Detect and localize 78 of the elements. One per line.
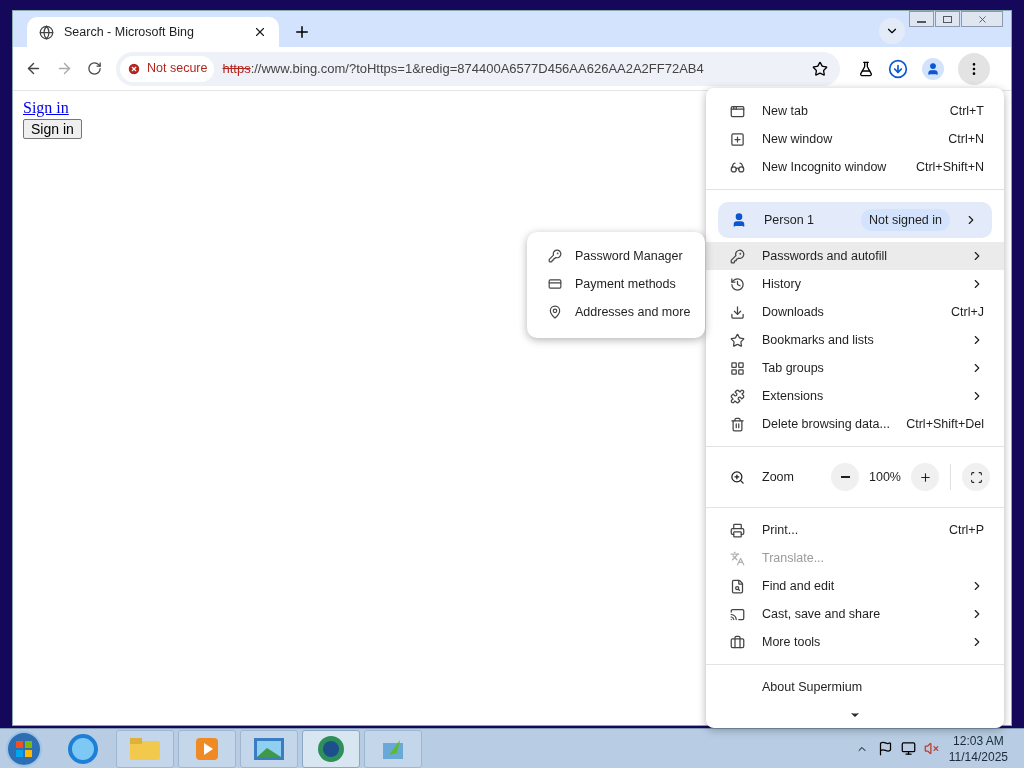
- menu-item[interactable]: History: [706, 270, 1004, 298]
- minimize-button[interactable]: [909, 11, 934, 27]
- printer-icon: [730, 522, 745, 538]
- muted-volume-icon[interactable]: [923, 741, 939, 756]
- minus-icon: [840, 476, 850, 478]
- star-icon: [730, 332, 745, 348]
- zoom-label: Zoom: [762, 468, 795, 486]
- submenu-item[interactable]: Addresses and more: [527, 298, 705, 326]
- submenu-item[interactable]: Payment methods: [527, 270, 705, 298]
- menu-item[interactable]: Find and edit: [706, 572, 1004, 600]
- menu-item[interactable]: Downloads Ctrl+J: [706, 298, 1004, 326]
- card-icon: [548, 277, 562, 291]
- url-text: https://www.bing.com/?toHttps=1&redig=874400A6577D456AA626AA2A2FF72AB4: [222, 59, 705, 78]
- sign-in-status: Not signed in: [861, 208, 950, 232]
- key-icon: [548, 249, 562, 263]
- zoom-icon: [730, 469, 745, 485]
- flask-icon[interactable]: [858, 60, 874, 77]
- menu-item[interactable]: About Supermium: [706, 673, 1004, 701]
- menu-item[interactable]: Tab groups: [706, 354, 1004, 382]
- photo-app-icon[interactable]: [240, 729, 298, 768]
- profile-avatar[interactable]: [922, 57, 944, 80]
- find-icon: [730, 578, 745, 594]
- menu-item[interactable]: Passwords and autofill: [706, 242, 1004, 270]
- menu-item[interactable]: Print... Ctrl+P: [706, 516, 1004, 544]
- submenu-item[interactable]: Password Manager: [527, 242, 705, 270]
- menu-item[interactable]: Cast, save and share: [706, 600, 1004, 628]
- menu-item[interactable]: Delete browsing data... Ctrl+Shift+Del: [706, 410, 1004, 438]
- browser-tab[interactable]: Search - Microsoft Bing: [27, 17, 279, 47]
- reload-icon[interactable]: [87, 61, 102, 76]
- bookmark-star-icon[interactable]: [812, 60, 828, 77]
- security-chip[interactable]: Not secure: [120, 55, 215, 82]
- person-icon: [731, 212, 747, 228]
- pin-icon: [548, 305, 562, 319]
- trash-icon: [730, 416, 745, 432]
- profile-name: Person 1: [764, 211, 816, 229]
- download-icon: [730, 304, 745, 320]
- zoom-in-button[interactable]: [911, 463, 939, 491]
- menu-item[interactable]: Bookmarks and lists: [706, 326, 1004, 354]
- clock[interactable]: 12:03 AM 11/14/2025: [948, 732, 1008, 765]
- fullscreen-icon: [969, 470, 983, 484]
- window-icon: [730, 103, 745, 119]
- tab-list-button[interactable]: [879, 18, 905, 44]
- puzzle-icon: [730, 388, 745, 404]
- menu-item[interactable]: Extensions: [706, 382, 1004, 410]
- menu-item[interactable]: New Incognito window Ctrl+Shift+N: [706, 153, 1004, 181]
- new-window-icon: [730, 131, 745, 147]
- globe-icon: [39, 24, 54, 40]
- key-icon: [730, 248, 745, 264]
- profile-row[interactable]: Person 1 Not signed in: [718, 202, 992, 238]
- warning-icon: [127, 61, 141, 76]
- zoom-out-button[interactable]: [831, 463, 859, 491]
- new-tab-icon[interactable]: [293, 23, 311, 41]
- close-icon: [976, 13, 988, 25]
- download-icon[interactable]: [888, 58, 908, 79]
- back-icon[interactable]: [25, 60, 42, 77]
- flag-icon[interactable]: [877, 741, 893, 756]
- toolbox-icon: [730, 634, 745, 650]
- restore-button[interactable]: [935, 11, 960, 27]
- plus-icon: [918, 470, 932, 484]
- tab-title: Search - Microsoft Bing: [64, 23, 195, 41]
- sign-in-button[interactable]: Sign in: [23, 119, 82, 139]
- network-icon[interactable]: [900, 741, 916, 756]
- person-icon: [926, 61, 940, 76]
- menu-item[interactable]: New window Ctrl+N: [706, 125, 1004, 153]
- zoom-level: 100%: [868, 468, 902, 486]
- windows-logo-icon: [15, 739, 33, 758]
- sign-in-link[interactable]: Sign in: [23, 99, 69, 117]
- fullscreen-button[interactable]: [962, 463, 990, 491]
- translate-icon: [730, 550, 745, 566]
- menu-item[interactable]: New tab Ctrl+T: [706, 97, 1004, 125]
- close-tab-icon[interactable]: [253, 25, 267, 39]
- grid-icon: [730, 360, 745, 376]
- history-icon: [730, 276, 745, 292]
- globe-app-icon[interactable]: [302, 729, 360, 768]
- cast-icon: [730, 606, 745, 622]
- start-button[interactable]: [6, 730, 42, 767]
- address-bar[interactable]: Not secure https://www.bing.com/?toHttps=1&redig=874400A6577D456AA626AA2A2FF72AB4: [116, 51, 840, 86]
- menu-item[interactable]: More tools: [706, 628, 1004, 656]
